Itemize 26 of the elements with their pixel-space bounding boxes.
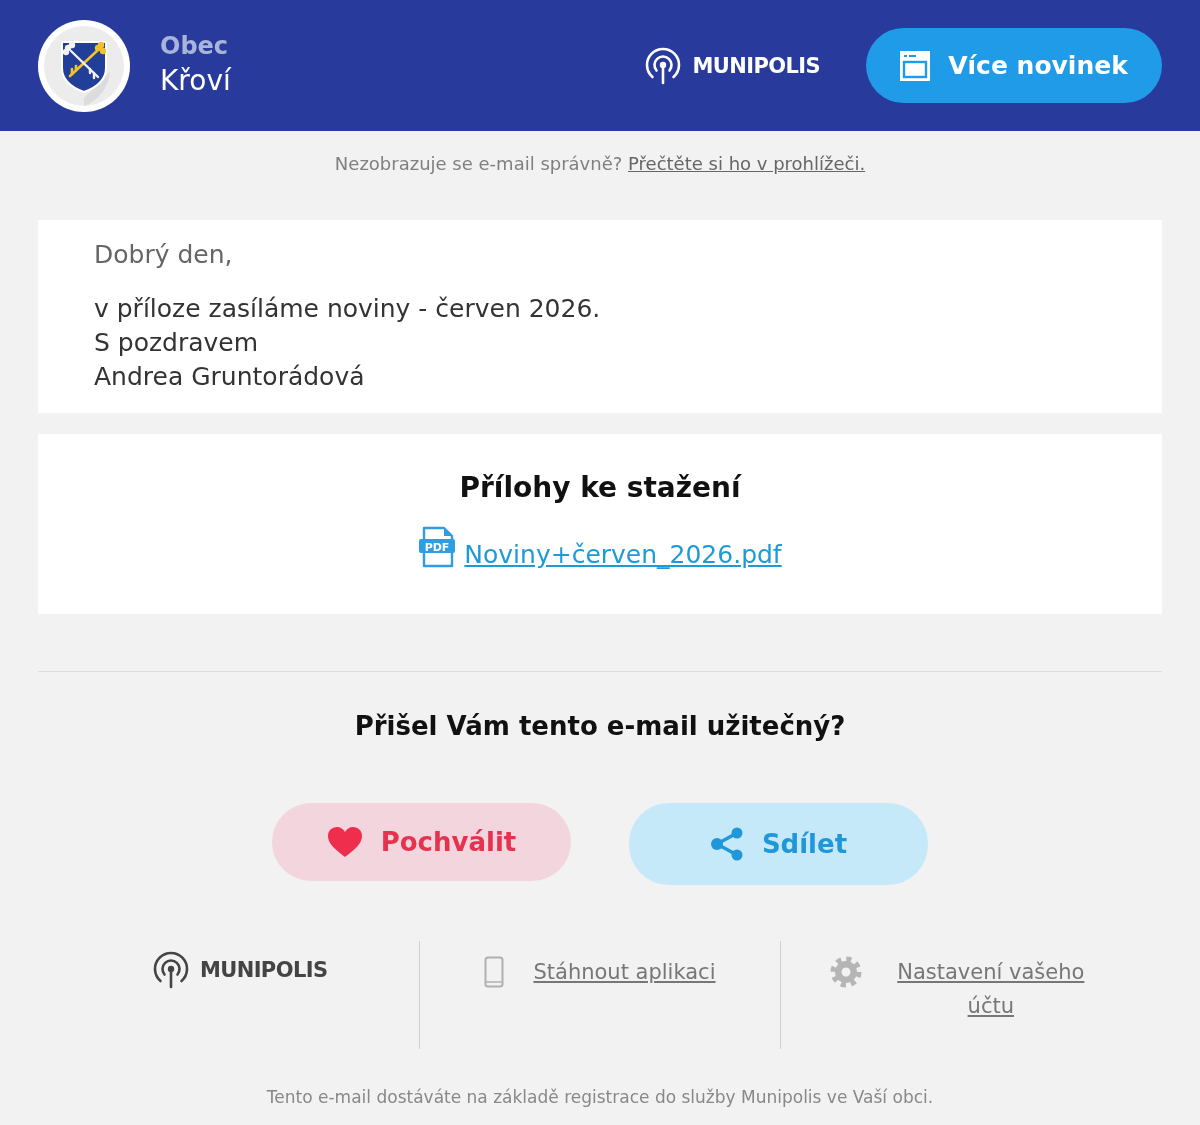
town-name: Křoví	[160, 63, 231, 99]
heart-icon	[326, 826, 363, 858]
greeting-text: Dobrý den,	[94, 239, 234, 271]
phone-icon	[484, 956, 505, 988]
more-news-button[interactable]: Více novinek	[866, 28, 1162, 103]
share-icon	[709, 827, 744, 861]
page-icon	[900, 50, 931, 81]
message-line: S pozdravem	[94, 327, 260, 359]
share-button[interactable]: Sdílet	[629, 803, 928, 885]
subscription-note: Tento e-mail dostáváte na základě registrace do služby Munipolis ve Vaší obci.	[265, 1086, 935, 1109]
message-line: Andrea Gruntorádová	[94, 361, 366, 393]
feedback-question: Přišel Vám tento e-mail užitečný?	[353, 710, 847, 743]
footer-link[interactable]: Nastavení vašeho účtu	[890, 955, 1091, 1023]
broadcast-icon	[151, 951, 190, 989]
preheader-text: Nezobrazuje se e-mail správně? Přečtěte si ho v prohlížeči.	[333, 152, 867, 176]
message-line: v příloze zasíláme noviny - červen 2026.	[94, 293, 602, 325]
footer-link[interactable]: Stáhnout aplikaci	[533, 955, 716, 989]
town-prefix: Obec	[160, 31, 230, 62]
attachment-link[interactable]: Noviny+červen_2026.pdf	[464, 538, 782, 572]
attachments-title: Přílohy ke stažení	[458, 472, 743, 504]
brand-name: MUNIPOLIS	[199, 958, 328, 982]
praise-button[interactable]: Pochválit	[272, 803, 571, 881]
settings-icon	[829, 956, 862, 988]
broadcast-icon	[644, 46, 683, 85]
browser-view-link[interactable]: Přečtěte si ho v prohlížeči.	[628, 153, 866, 174]
brand-name: MUNIPOLIS	[692, 53, 820, 78]
